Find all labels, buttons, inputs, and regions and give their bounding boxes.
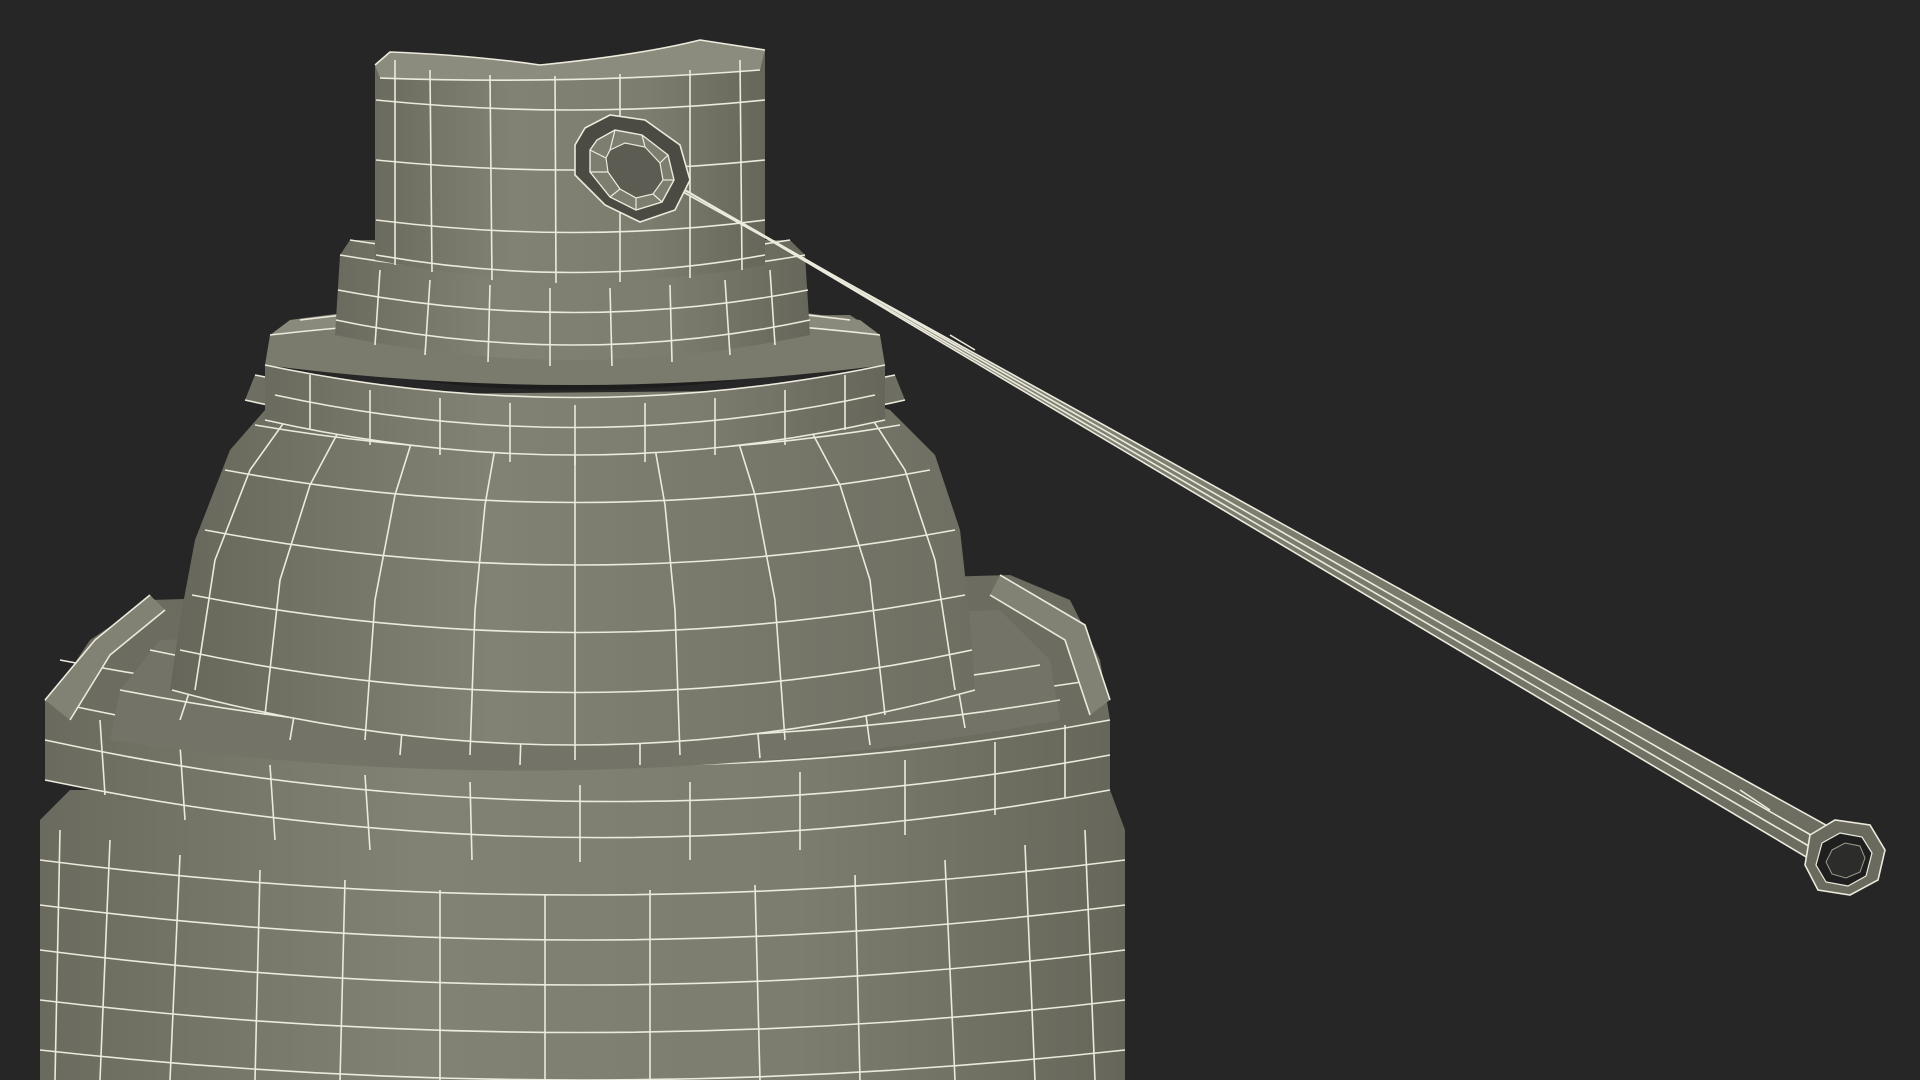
nozzle-cap (374, 39, 766, 284)
spray-can-render (39, 39, 1886, 1080)
